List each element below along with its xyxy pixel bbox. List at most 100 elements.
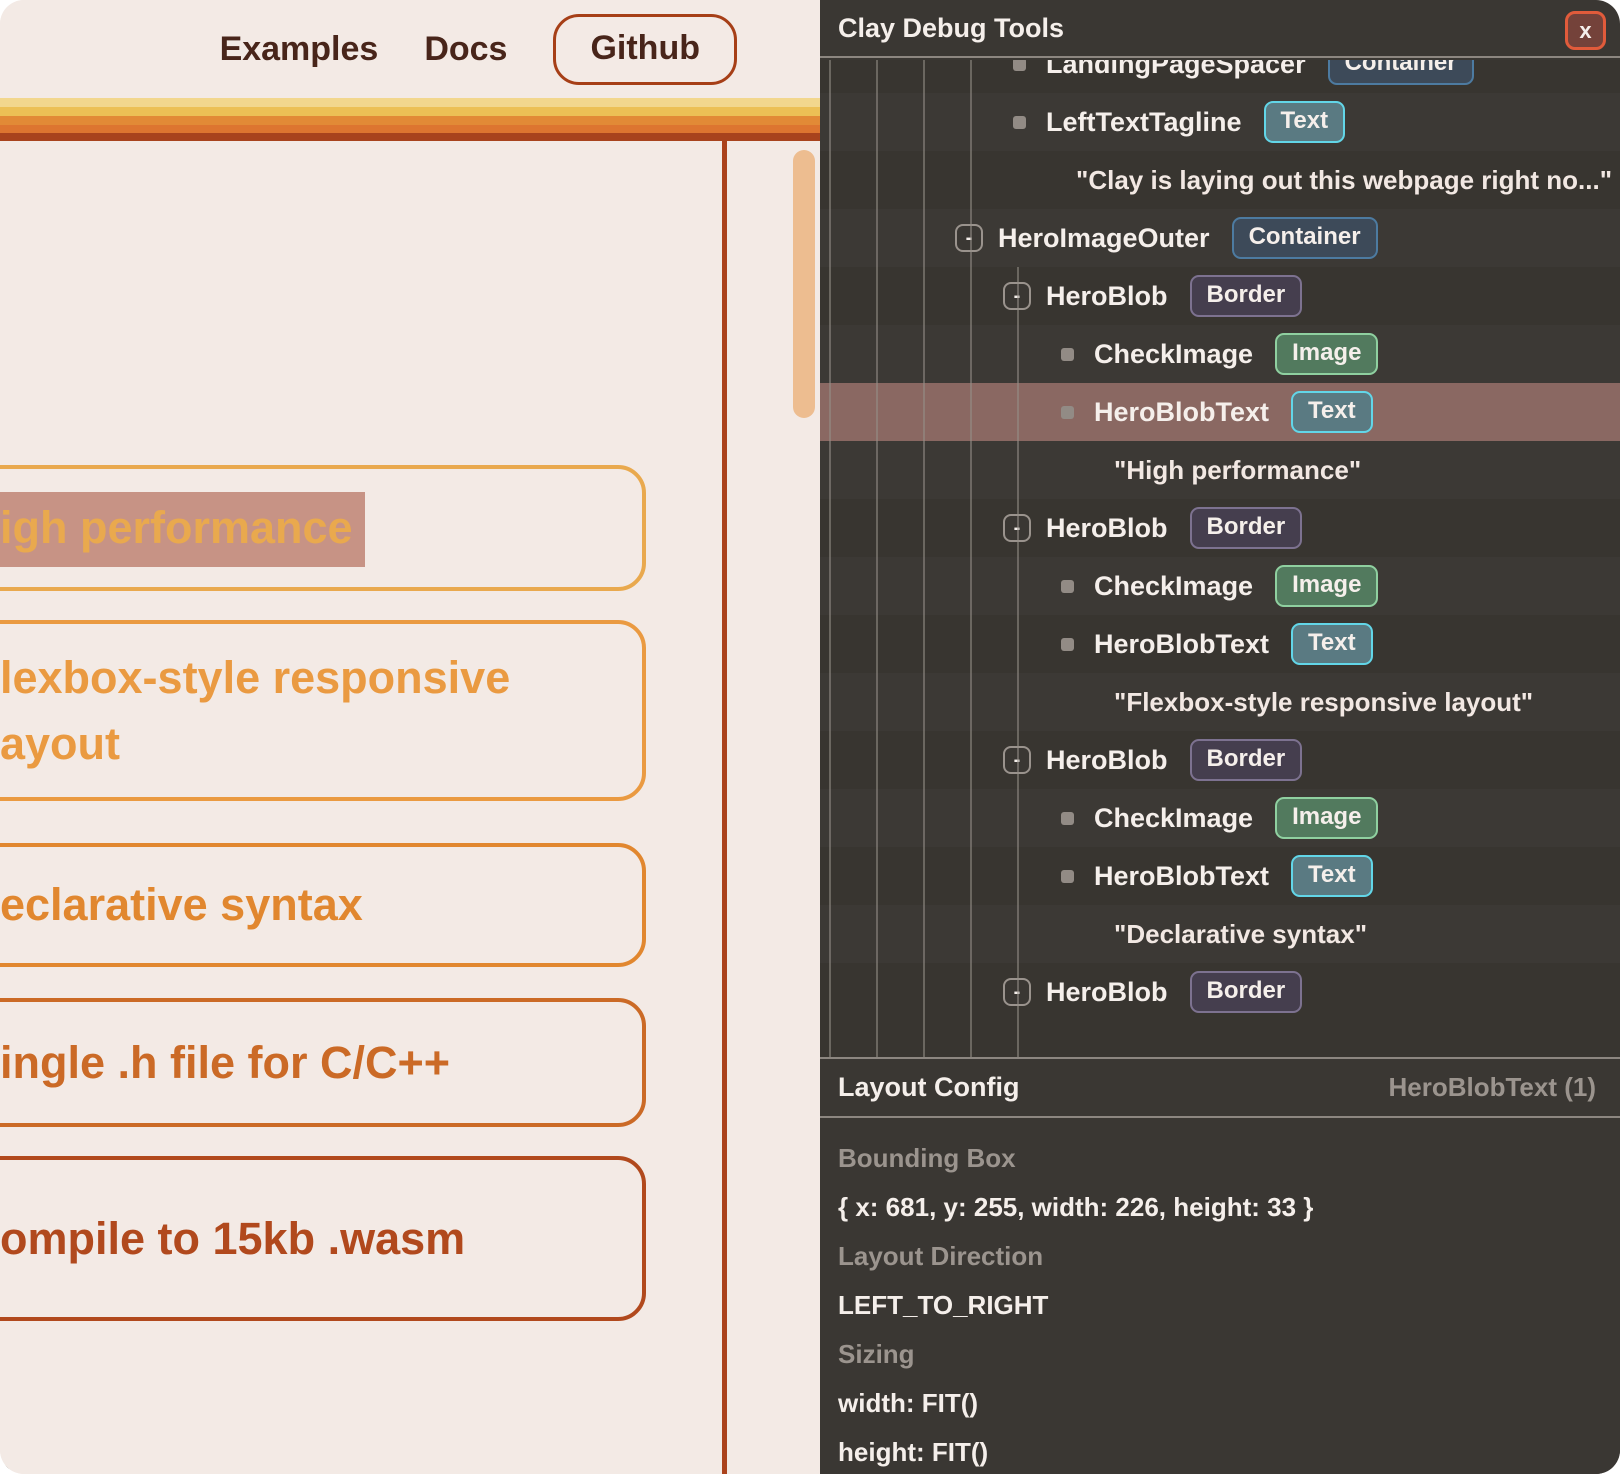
collapse-button[interactable]: -: [1003, 514, 1031, 542]
tree-row[interactable]: - HeroBlob Border: [820, 731, 1620, 789]
tree-node-name: HeroBlob: [1046, 513, 1168, 544]
collapse-button[interactable]: -: [1003, 746, 1031, 774]
layout-config-body: Bounding Box{ x: 681, y: 255, width: 226…: [820, 1120, 1620, 1474]
stripe-band: [0, 125, 820, 133]
collapse-button[interactable]: -: [1003, 978, 1031, 1006]
config-value: LEFT_TO_RIGHT: [838, 1281, 1620, 1330]
leaf-bullet-icon: [1013, 116, 1026, 129]
tree-row[interactable]: - HeroBlob Border: [820, 963, 1620, 1021]
tree-node-name: CheckImage: [1094, 571, 1253, 602]
feature-box: eclarative syntax: [0, 843, 646, 967]
tree-node-type-badge: Image: [1275, 565, 1378, 607]
tree-string-value: "Flexbox-style responsive layout": [1114, 687, 1533, 718]
feature-box: ingle .h file for C/C++: [0, 998, 646, 1127]
tree-string-row: "High performance": [820, 441, 1620, 499]
feature-text: ayout: [0, 711, 642, 777]
tree-string-row: "Declarative syntax": [820, 905, 1620, 963]
content-right-border: [722, 141, 727, 1474]
collapse-button[interactable]: -: [955, 224, 983, 252]
feature-text: igh performance: [0, 495, 642, 561]
tree-node-type-badge: Image: [1275, 797, 1378, 839]
layout-config-title: Layout Config: [838, 1072, 1019, 1103]
tree-node-name: HeroBlob: [1046, 745, 1168, 776]
leaf-bullet-icon: [1061, 348, 1074, 361]
selected-element-label: HeroBlobText (1): [1388, 1072, 1596, 1103]
feature-text: ompile to 15kb .wasm: [0, 1206, 642, 1272]
tree-row[interactable]: - HeroBlob Border: [820, 267, 1620, 325]
config-value: width: FIT(): [838, 1379, 1620, 1428]
tree-row[interactable]: HeroBlobText Text: [820, 847, 1620, 905]
app-window: igh performance lexbox-style responsiveay…: [0, 0, 1620, 1474]
config-value: { x: 681, y: 255, width: 226, height: 33…: [838, 1183, 1620, 1232]
tree-node-type-badge: Container: [1232, 217, 1378, 259]
config-section-label: Sizing: [838, 1330, 1620, 1379]
feature-box-list: igh performance lexbox-style responsiveay…: [0, 0, 820, 1474]
tree-node-name: LandingPageSpacer: [1046, 60, 1306, 80]
rainbow-stripe: [0, 98, 820, 141]
element-tree: LandingPageSpacer Container LeftTextTagl…: [820, 60, 1620, 1057]
tree-string-row: "Clay is laying out this webpage right n…: [820, 151, 1620, 209]
feature-box: lexbox-style responsiveayout: [0, 620, 646, 801]
nav-item-examples[interactable]: Examples: [220, 30, 379, 69]
debug-panel-header: Clay Debug Tools: [820, 0, 1620, 58]
tree-row[interactable]: CheckImage Image: [820, 789, 1620, 847]
leaf-bullet-icon: [1061, 406, 1074, 419]
tree-row[interactable]: - HeroBlob Border: [820, 499, 1620, 557]
layout-config-header: Layout Config HeroBlobText (1): [820, 1057, 1620, 1118]
tree-row[interactable]: CheckImage Image: [820, 557, 1620, 615]
tree-node-type-badge: Text: [1291, 623, 1373, 665]
leaf-bullet-icon: [1061, 870, 1074, 883]
tree-node-type-badge: Border: [1190, 275, 1303, 317]
stripe-band: [0, 98, 820, 107]
config-value: height: FIT(): [838, 1428, 1620, 1474]
feature-box: igh performance: [0, 465, 646, 591]
tree-node-type-badge: Border: [1190, 507, 1303, 549]
nav-item-docs[interactable]: Docs: [424, 30, 507, 69]
stripe-band: [0, 116, 820, 125]
leaf-bullet-icon: [1013, 60, 1026, 71]
tree-row[interactable]: HeroBlobText Text: [820, 383, 1620, 441]
tree-node-name: HeroBlob: [1046, 977, 1168, 1008]
leaf-bullet-icon: [1061, 638, 1074, 651]
stripe-band: [0, 107, 820, 116]
stripe-band: [0, 133, 820, 141]
tree-node-type-badge: Text: [1264, 101, 1346, 143]
leaf-bullet-icon: [1061, 580, 1074, 593]
tree-node-name: HeroBlob: [1046, 281, 1168, 312]
tree-row[interactable]: LandingPageSpacer Container: [820, 60, 1620, 93]
tree-node-name: CheckImage: [1094, 339, 1253, 370]
tree-node-type-badge: Container: [1328, 60, 1474, 85]
tree-node-name: CheckImage: [1094, 803, 1253, 834]
site-nav: Examples Docs Github: [0, 0, 737, 98]
mouse-cursor: [0, 1460, 14, 1474]
tree-string-row: "Flexbox-style responsive layout": [820, 673, 1620, 731]
tree-node-type-badge: Text: [1291, 855, 1373, 897]
page-scrollbar-thumb[interactable]: [793, 150, 815, 418]
tree-node-type-badge: Image: [1275, 333, 1378, 375]
tree-row[interactable]: CheckImage Image: [820, 325, 1620, 383]
feature-text: ingle .h file for C/C++: [0, 1030, 642, 1096]
tree-node-name: LeftTextTagline: [1046, 107, 1242, 138]
clay-debug-panel: Clay Debug Tools x LandingPageSpacer Con…: [820, 0, 1620, 1474]
debug-panel-title: Clay Debug Tools: [838, 13, 1064, 44]
tree-row[interactable]: HeroBlobText Text: [820, 615, 1620, 673]
collapse-button[interactable]: -: [1003, 282, 1031, 310]
github-button[interactable]: Github: [553, 14, 737, 85]
tree-node-name: HeroBlobText: [1094, 397, 1269, 428]
close-button[interactable]: x: [1565, 11, 1606, 50]
tree-string-value: "Clay is laying out this webpage right n…: [1076, 165, 1612, 196]
config-section-label: Bounding Box: [838, 1134, 1620, 1183]
tree-string-value: "High performance": [1114, 455, 1361, 486]
tree-row[interactable]: - HeroImageOuter Container: [820, 209, 1620, 267]
tree-row[interactable]: LeftTextTagline Text: [820, 93, 1620, 151]
clay-website: igh performance lexbox-style responsiveay…: [0, 0, 820, 1474]
tree-node-type-badge: Text: [1291, 391, 1373, 433]
tree-node-type-badge: Border: [1190, 739, 1303, 781]
tree-node-type-badge: Border: [1190, 971, 1303, 1013]
text-selection-highlight: igh performance: [0, 492, 365, 567]
tree-node-name: HeroBlobText: [1094, 629, 1269, 660]
feature-text: eclarative syntax: [0, 872, 642, 938]
config-section-label: Layout Direction: [838, 1232, 1620, 1281]
leaf-bullet-icon: [1061, 812, 1074, 825]
feature-text: lexbox-style responsive: [0, 645, 642, 711]
